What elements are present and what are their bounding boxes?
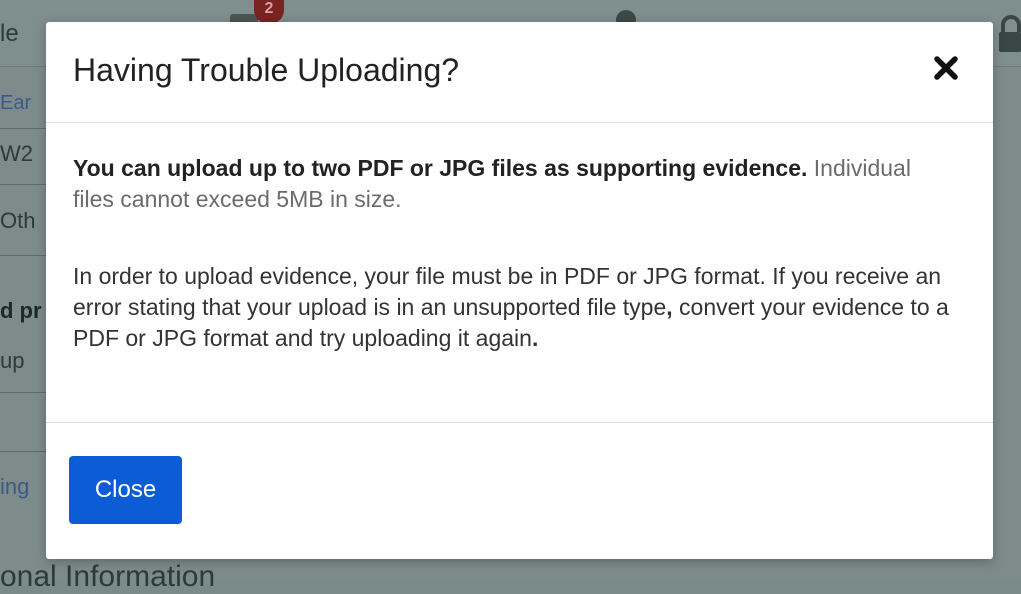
background-text-fragment: up	[0, 348, 25, 373]
background-link-earnings: Ear	[0, 92, 32, 114]
upload-limits-bold-text: You can upload up to two PDF or JPG file…	[73, 155, 808, 181]
background-divider	[0, 392, 46, 393]
background-divider	[0, 451, 46, 452]
upload-limits-paragraph: You can upload up to two PDF or JPG file…	[73, 153, 953, 215]
modal-body: You can upload up to two PDF or JPG file…	[46, 123, 993, 423]
background-row-other: Oth	[0, 208, 36, 233]
background-heading-fragment: d pr	[0, 298, 42, 323]
upload-help-modal: Having Trouble Uploading? You can upload…	[46, 22, 993, 559]
background-divider	[0, 255, 46, 256]
background-divider	[0, 184, 46, 185]
format-instructions-period: .	[531, 325, 539, 351]
format-instructions-paragraph: In order to upload evidence, your file m…	[73, 261, 978, 354]
background-fragment-text: le	[0, 20, 19, 47]
close-button[interactable]: Close	[69, 456, 182, 524]
background-section-heading: onal Information	[0, 560, 216, 593]
close-x-icon[interactable]	[932, 54, 960, 82]
background-row-w2: W2	[0, 141, 33, 166]
background-divider	[0, 128, 46, 129]
lock-icon	[999, 15, 1021, 52]
modal-header: Having Trouble Uploading?	[46, 22, 993, 123]
modal-title: Having Trouble Uploading?	[73, 52, 460, 88]
background-link-fragment: ing	[0, 474, 30, 499]
modal-footer: Close	[46, 423, 993, 559]
